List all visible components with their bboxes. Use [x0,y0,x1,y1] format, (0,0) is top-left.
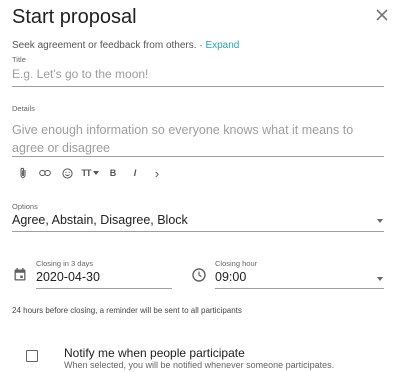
formatting-toolbar: TT B I › [12,163,168,183]
closing-hour-label: Closing hour [215,259,258,268]
clock-icon [192,268,206,282]
options-field-label: Options [12,202,38,211]
italic-label: I [133,168,137,178]
title-input[interactable]: E.g. Let's go to the moon! [12,67,148,81]
options-underline [12,231,384,232]
options-select[interactable]: Agree, Abstain, Disagree, Block [12,213,188,227]
bold-label: B [109,168,117,178]
attachment-icon[interactable] [12,163,34,183]
closing-date-input[interactable]: 2020-04-30 [36,270,100,284]
notify-subtitle: When selected, you will be notified when… [64,360,335,370]
subtitle-text: Seek agreement or feedback from others. … [12,40,206,51]
notify-title[interactable]: Notify me when people participate [64,346,245,360]
emoji-icon[interactable] [56,163,78,183]
more-icon[interactable]: › [146,163,168,183]
close-icon[interactable] [374,7,390,23]
closing-date-underline [36,288,172,289]
title-field-label: Title [12,55,26,64]
calendar-icon [14,268,26,281]
bold-icon[interactable]: B [102,163,124,183]
details-field-label: Details [12,104,35,113]
link-icon[interactable] [34,163,56,183]
text-size-icon[interactable]: TT [78,163,102,183]
reminder-note: 24 hours before closing, a reminder will… [12,306,242,315]
expand-link[interactable]: Expand [205,40,239,51]
options-dropdown-icon[interactable] [377,219,383,223]
closing-hour-select[interactable]: 09:00 [215,270,246,284]
details-underline [12,156,384,157]
details-input[interactable]: Give enough information so everyone know… [12,121,384,157]
closing-hour-underline [215,288,384,289]
notify-checkbox[interactable] [26,350,38,362]
more-label: › [154,165,160,181]
text-size-caret-icon [92,171,99,175]
italic-icon[interactable]: I [124,163,146,183]
title-underline [12,86,384,87]
dialog-subtitle: Seek agreement or feedback from others. … [12,40,239,51]
dialog-title: Start proposal [12,6,137,28]
text-size-label: TT [81,168,92,178]
closing-date-label: Closing in 3 days [36,259,94,268]
closing-hour-dropdown-icon[interactable] [377,277,383,281]
